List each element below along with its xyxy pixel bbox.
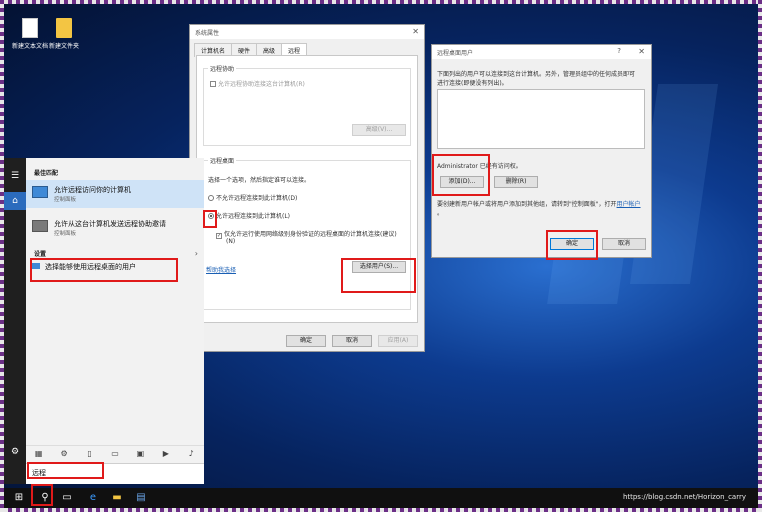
best-match-title: 最佳匹配: [34, 170, 59, 177]
desktop-icon-label: 新建文件夹: [48, 43, 79, 50]
music-icon[interactable]: ♪: [184, 449, 198, 458]
gear-icon[interactable]: ⚙: [9, 446, 21, 458]
remote-assistance-group: 远程协助 允许远程协助连接这台计算机(R) 高级(V)...: [203, 64, 411, 146]
store-icon[interactable]: ▤: [134, 491, 148, 505]
nla-checkbox[interactable]: ✓ 仅允许运行使用网络级别身份验证的远程桌面的计算机连接(建议): [216, 229, 397, 239]
text-document-icon: [22, 18, 38, 38]
allow-remote-assistance-checkbox[interactable]: 允许远程协助连接这台计算机(R): [210, 79, 305, 88]
close-icon[interactable]: ✕: [638, 47, 645, 56]
remote-assistance-icon: [32, 220, 48, 232]
dialog-title: 远程桌面用户: [437, 50, 474, 57]
disallow-remote-radio[interactable]: 不允许远程连接到此计算机(D): [208, 193, 297, 202]
instruction-text: 选择一个选项，然后指定谁可以连接。: [208, 177, 311, 184]
remove-user-button[interactable]: 删除(R): [494, 176, 538, 188]
group-title: 远程桌面: [208, 156, 237, 165]
system-properties-window: 系统属性 ✕ 计算机名 硬件 高级 远程 远程协助 允许远程协助连接这台计算机(…: [189, 24, 425, 352]
settings-title: 设置: [34, 251, 47, 258]
result-title: 允许远程访问你的计算机: [54, 186, 131, 194]
note-period: 。: [437, 210, 444, 217]
cancel-button[interactable]: 取消: [332, 335, 372, 347]
file-explorer-icon[interactable]: ▬: [110, 491, 124, 505]
users-listbox[interactable]: [437, 89, 645, 149]
frame-border-bottom: [0, 508, 762, 512]
note-text: 要创建新用户帐户或将用户添加到其他组，请转到"控制面板"，打开: [437, 201, 617, 208]
ok-button[interactable]: 确定: [286, 335, 326, 347]
highlight-box-select-users: [341, 258, 416, 293]
highlight-box-search-button: [31, 484, 53, 506]
intro-text-line1: 下面列出的用户可以连接到这台计算机。另外，管理员组中的任何成员即可: [437, 71, 636, 78]
nla-checkbox-accelerator: (N): [226, 238, 236, 245]
edge-icon[interactable]: e: [86, 491, 100, 505]
highlight-box-search: [27, 462, 104, 479]
dialog-cancel-button[interactable]: 取消: [602, 238, 646, 250]
apply-button[interactable]: 应用(A): [378, 335, 418, 347]
checkbox-box: [210, 81, 216, 87]
result-subtitle: 控制面板: [54, 197, 77, 203]
radio-button: [208, 195, 214, 201]
chevron-right-icon[interactable]: ›: [195, 249, 198, 258]
radio-label: 不允许远程连接到此计算机(D): [216, 195, 298, 202]
result-allow-remote-access[interactable]: 允许远程访问你的计算机 控制面板: [26, 180, 204, 208]
control-panel-icon: [32, 186, 48, 198]
search-results-pane: 最佳匹配 允许远程访问你的计算机 控制面板 允许从这台计算机发送远程协助邀请 控…: [26, 158, 204, 484]
highlight-box-ok-button: [546, 230, 598, 260]
frame-border-right: [758, 0, 762, 512]
folder-icon: [56, 18, 72, 38]
checkbox-box: ✓: [216, 233, 222, 239]
taskbar: ⊞ ⚲ ▭ e ▬ ▤ https://blog.csdn.net/Horizo…: [4, 488, 758, 508]
search-filter-bar: ▦ ⚙ ▯ ▭ ▣ ▶ ♪: [26, 445, 204, 461]
checkbox-label: 仅允许运行使用网络级别身份验证的远程桌面的计算机连接(建议): [224, 231, 397, 238]
desktop-icon-folder[interactable]: 新建文件夹: [42, 18, 86, 50]
windows-start-icon[interactable]: ⊞: [12, 491, 26, 505]
watermark-url: https://blog.csdn.net/Horizon_carry: [622, 493, 746, 501]
tablet-icon[interactable]: ▭: [108, 449, 122, 458]
video-icon[interactable]: ▶: [159, 449, 173, 458]
hamburger-menu-icon[interactable]: ☰: [9, 170, 21, 182]
result-subtitle: 控制面板: [54, 231, 77, 237]
settings-icon[interactable]: ⚙: [57, 449, 71, 458]
user-accounts-link[interactable]: 用户帐户: [617, 201, 641, 208]
allow-remote-radio[interactable]: 允许远程连接到此计算机(L): [208, 211, 290, 220]
task-view-icon[interactable]: ▭: [60, 491, 74, 505]
start-menu: ☰ ⌂ ⚙ 最佳匹配 允许远程访问你的计算机 控制面板 允许从这台计算机发送远程…: [4, 158, 204, 484]
apps-icon[interactable]: ▦: [32, 449, 46, 458]
highlight-box-allow-radio: [203, 210, 217, 228]
help-icon[interactable]: ?: [617, 47, 621, 55]
document-icon[interactable]: ▯: [83, 449, 97, 458]
intro-text-line2: 进行连接(即便没有列出)。: [437, 80, 508, 87]
create-account-note: 要创建新用户帐户或将用户添加到其他组，请转到"控制面板"，打开用户帐户: [437, 199, 641, 208]
close-icon[interactable]: ✕: [412, 27, 419, 36]
remote-desktop-users-dialog: 远程桌面用户 ? ✕ 下面列出的用户可以连接到这台计算机。另外，管理员组中的任何…: [431, 44, 652, 258]
dialog-titlebar: 远程桌面用户 ? ✕: [432, 45, 651, 59]
start-rail: ☰ ⌂ ⚙: [4, 158, 26, 484]
window-titlebar: 系统属性 ✕: [190, 25, 424, 39]
home-icon[interactable]: ⌂: [4, 192, 26, 210]
result-remote-assistance-invite[interactable]: 允许从这台计算机发送远程协助邀请 控制面板: [26, 214, 204, 242]
photo-icon[interactable]: ▣: [133, 449, 147, 458]
advanced-button[interactable]: 高级(V)...: [352, 124, 406, 136]
result-title: 允许从这台计算机发送远程协助邀请: [54, 220, 166, 228]
highlight-box-settings-item: [30, 258, 178, 282]
group-title: 远程协助: [208, 64, 237, 73]
help-me-choose-link[interactable]: 帮助我选择: [206, 265, 236, 274]
radio-label: 允许远程连接到此计算机(L): [216, 213, 291, 220]
window-title: 系统属性: [195, 30, 220, 37]
highlight-box-add-button: [432, 154, 490, 196]
checkbox-label: 允许远程协助连接这台计算机(R): [218, 81, 305, 88]
